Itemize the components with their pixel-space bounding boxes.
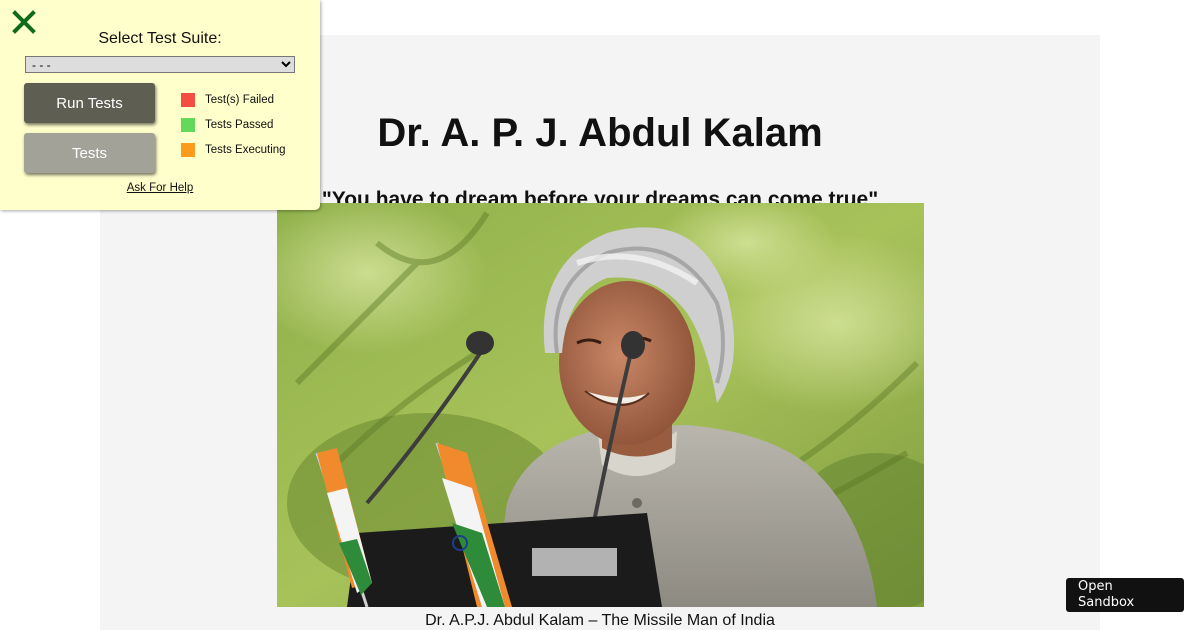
test-suite-select[interactable]: - - - xyxy=(25,56,295,73)
ask-for-help-link[interactable]: Ask For Help xyxy=(0,182,320,194)
image-caption: Dr. A.P.J. Abdul Kalam – The Missile Man… xyxy=(425,612,775,629)
open-sandbox-button[interactable]: Open Sandbox xyxy=(1066,578,1184,612)
run-tests-button[interactable]: Run Tests xyxy=(24,83,155,123)
kalam-portrait-image xyxy=(277,203,924,607)
failed-swatch xyxy=(181,93,195,107)
legend-failed-label: Test(s) Failed xyxy=(205,94,275,106)
legend-passed-label: Tests Passed xyxy=(205,119,274,131)
executing-swatch xyxy=(181,143,195,157)
passed-swatch xyxy=(181,118,195,132)
select-suite-label: Select Test Suite: xyxy=(98,30,222,47)
legend-executing-label: Tests Executing xyxy=(205,144,286,156)
tests-button[interactable]: Tests xyxy=(24,133,155,173)
test-panel: Select Test Suite: - - - Run Tests Tests… xyxy=(0,0,320,210)
